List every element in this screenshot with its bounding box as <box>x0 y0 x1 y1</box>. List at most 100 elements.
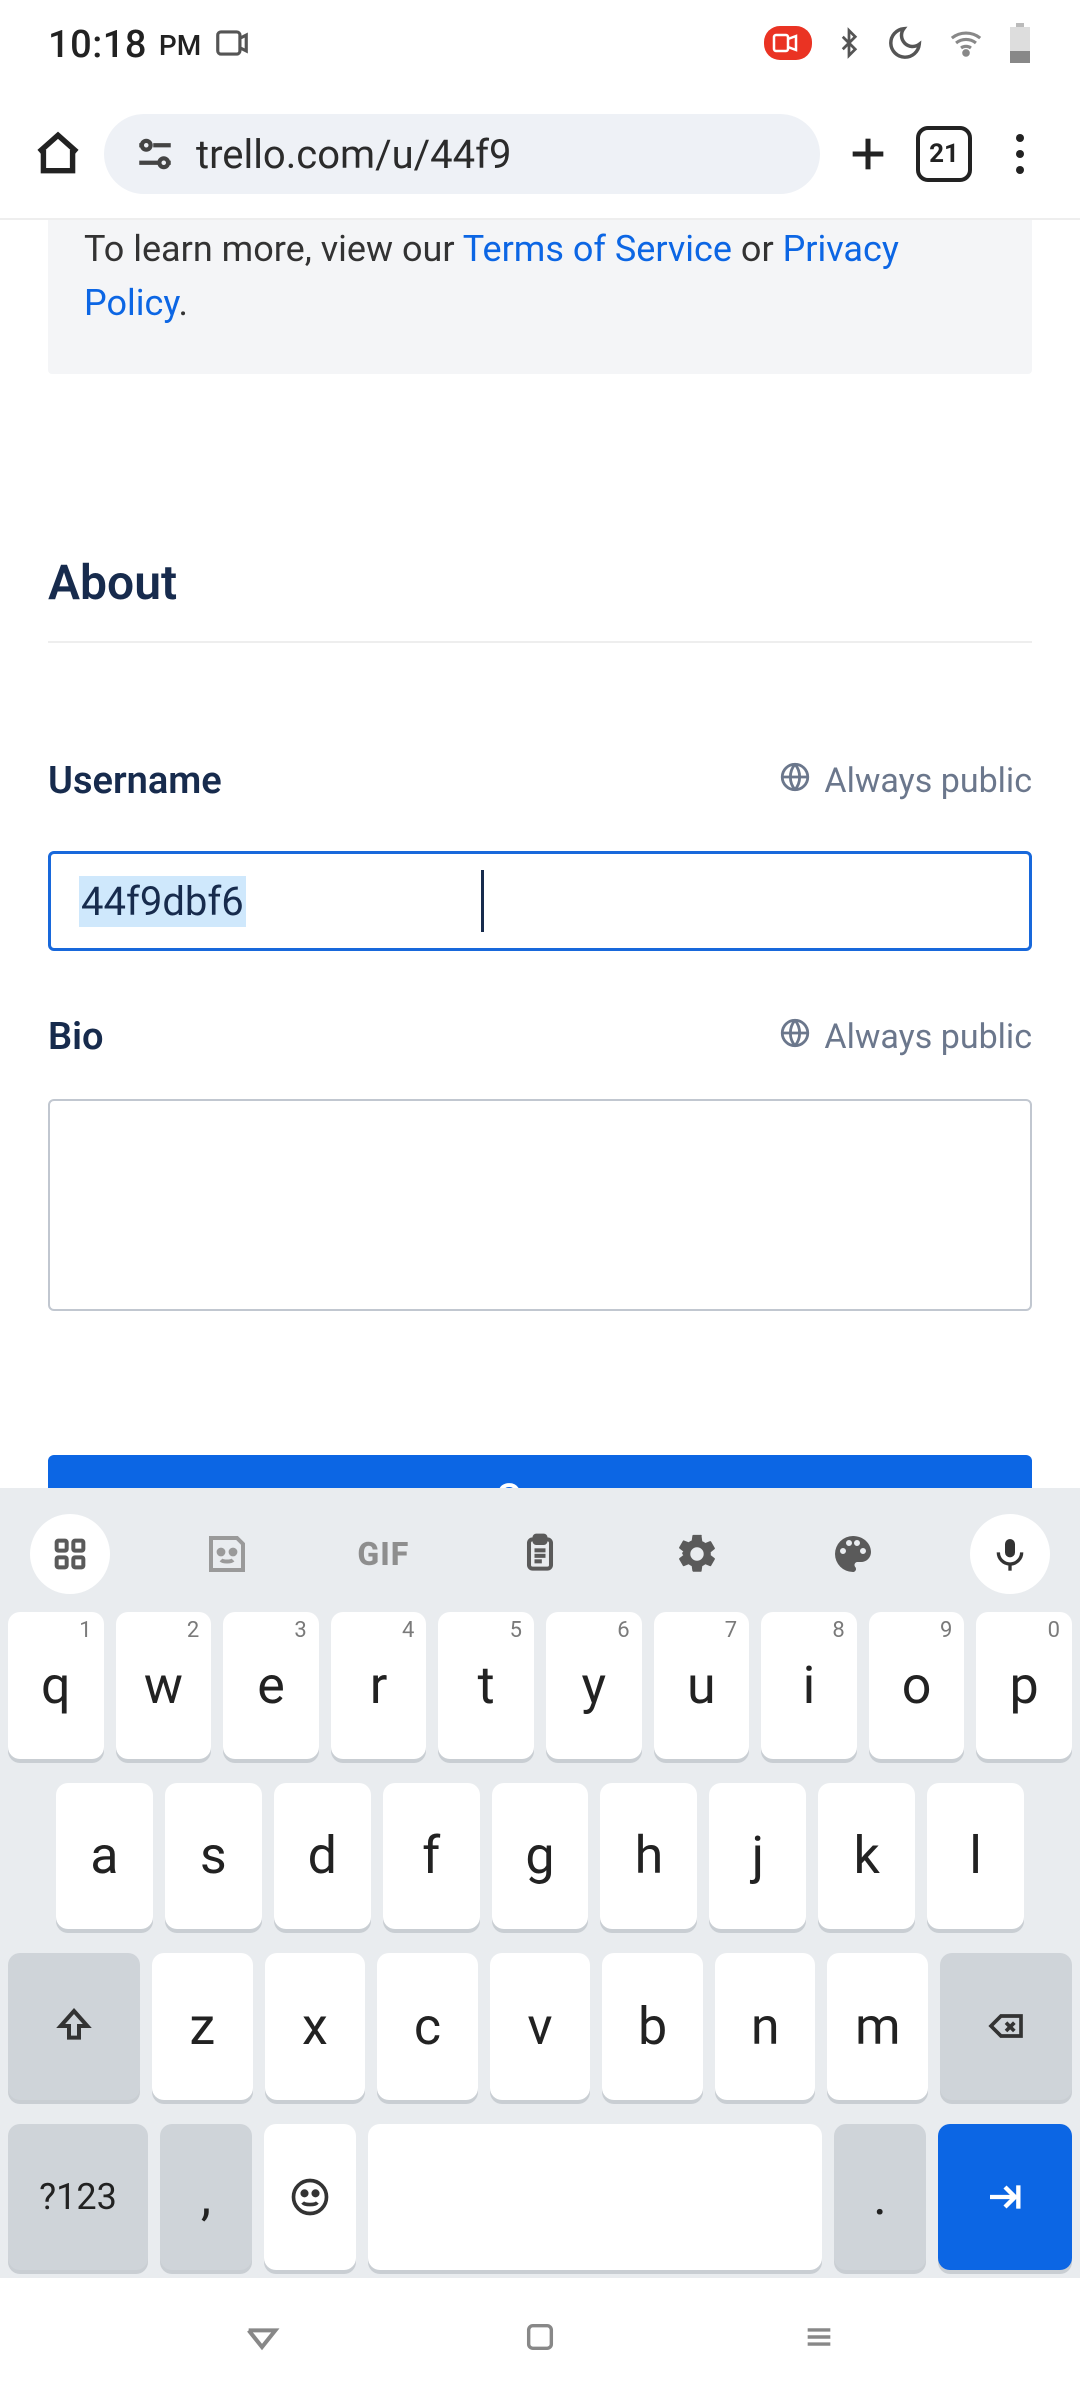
keyboard-mic-button[interactable] <box>970 1514 1050 1594</box>
statusbar-right <box>764 23 1032 67</box>
key-r[interactable]: 4r <box>331 1612 427 1759</box>
username-field-row: Username Always public <box>48 759 1032 803</box>
key-j[interactable]: j <box>709 1783 806 1930</box>
url-bar[interactable]: trello.com/u/44f9 <box>104 114 820 194</box>
key-v[interactable]: v <box>490 1953 591 2100</box>
space-key[interactable] <box>368 2124 822 2271</box>
key-label: j <box>752 1825 764 1886</box>
bio-visibility-text: Always public <box>824 1017 1032 1057</box>
key-hint: 8 <box>832 1618 844 1643</box>
about-section: About Username Always public 44f9dbf6 Bi… <box>0 554 1080 1315</box>
key-label: s <box>200 1825 227 1886</box>
keyboard-apps-button[interactable] <box>30 1514 110 1594</box>
site-settings-icon[interactable] <box>134 133 176 175</box>
key-k[interactable]: k <box>818 1783 915 1930</box>
key-o[interactable]: 9o <box>869 1612 965 1759</box>
browser-home-button[interactable] <box>30 126 86 182</box>
username-label: Username <box>48 759 222 803</box>
terms-of-service-link[interactable]: Terms of Service <box>463 228 732 270</box>
notice-period: . <box>179 282 189 324</box>
next-key[interactable] <box>938 2124 1072 2271</box>
key-label: y <box>581 1655 606 1716</box>
key-label: w <box>144 1655 183 1716</box>
tab-count-button[interactable]: 21 <box>916 126 972 182</box>
key-q[interactable]: 1q <box>8 1612 104 1759</box>
key-hint: 2 <box>187 1618 199 1643</box>
text-cursor-icon <box>481 870 484 932</box>
nav-recents-button[interactable] <box>799 2320 839 2358</box>
key-l[interactable]: l <box>927 1783 1024 1930</box>
key-t[interactable]: 5t <box>438 1612 534 1759</box>
username-value: 44f9dbf6 <box>79 876 246 927</box>
key-i[interactable]: 8i <box>761 1612 857 1759</box>
shift-key[interactable] <box>8 1953 140 2100</box>
dnd-moon-icon <box>886 24 924 66</box>
key-b[interactable]: b <box>602 1953 703 2100</box>
key-w[interactable]: 2w <box>116 1612 212 1759</box>
soft-keyboard: GIF 1q2w3e4r5t6y7u8i9o0p asdfghjkl zxcvb… <box>0 1488 1080 2278</box>
keyboard-theme-button[interactable] <box>813 1514 893 1594</box>
comma-key-label: , <box>201 2166 211 2227</box>
username-visibility: Always public <box>778 760 1032 803</box>
statusbar-time: 10:18 <box>48 23 147 67</box>
key-label: x <box>302 1996 328 2057</box>
globe-icon <box>778 760 812 803</box>
key-p[interactable]: 0p <box>976 1612 1072 1759</box>
bio-field-row: Bio Always public <box>48 1015 1032 1059</box>
key-n[interactable]: n <box>715 1953 816 2100</box>
key-a[interactable]: a <box>56 1783 153 1930</box>
key-y[interactable]: 6y <box>546 1612 642 1759</box>
key-label: p <box>1010 1655 1039 1716</box>
keyboard-clipboard-button[interactable] <box>500 1514 580 1594</box>
statusbar: 10:18 PM <box>0 0 1080 90</box>
period-key-label: . <box>873 2166 887 2227</box>
key-hint: 0 <box>1048 1618 1060 1643</box>
bio-textarea[interactable] <box>48 1099 1032 1311</box>
symbols-key-label: ?123 <box>39 2176 117 2218</box>
keyboard-settings-button[interactable] <box>657 1514 737 1594</box>
key-hint: 4 <box>402 1618 414 1643</box>
period-key[interactable]: . <box>834 2124 926 2271</box>
key-label: r <box>370 1655 388 1716</box>
about-heading: About <box>48 554 1032 643</box>
key-z[interactable]: z <box>152 1953 253 2100</box>
bio-label: Bio <box>48 1015 104 1059</box>
key-h[interactable]: h <box>600 1783 697 1930</box>
nav-home-button[interactable] <box>523 2320 557 2358</box>
bio-visibility: Always public <box>778 1016 1032 1059</box>
key-hint: 5 <box>510 1618 522 1643</box>
backspace-key[interactable] <box>940 1953 1072 2100</box>
key-x[interactable]: x <box>265 1953 366 2100</box>
username-input[interactable]: 44f9dbf6 <box>48 851 1032 951</box>
keyboard-gif-button[interactable]: GIF <box>343 1514 423 1594</box>
symbols-key[interactable]: ?123 <box>8 2124 148 2271</box>
key-label: v <box>527 1996 552 2057</box>
browser-toolbar: trello.com/u/44f9 21 <box>0 90 1080 220</box>
key-label: l <box>969 1825 982 1886</box>
key-u[interactable]: 7u <box>654 1612 750 1759</box>
emoji-key[interactable] <box>264 2124 356 2271</box>
nav-back-button[interactable] <box>242 2317 282 2361</box>
webpage-viewport[interactable]: To learn more, view our Terms of Service… <box>0 220 1080 2400</box>
url-text: trello.com/u/44f9 <box>196 131 512 178</box>
key-label: f <box>422 1825 440 1886</box>
key-label: h <box>635 1825 664 1886</box>
username-visibility-text: Always public <box>824 761 1032 801</box>
key-hint: 3 <box>294 1618 306 1643</box>
key-label: m <box>855 1996 901 2057</box>
new-tab-button[interactable] <box>838 124 898 184</box>
key-c[interactable]: c <box>377 1953 478 2100</box>
globe-icon <box>778 1016 812 1059</box>
key-e[interactable]: 3e <box>223 1612 319 1759</box>
key-g[interactable]: g <box>492 1783 589 1930</box>
browser-menu-button[interactable] <box>990 124 1050 184</box>
keyboard-sticker-button[interactable] <box>187 1514 267 1594</box>
key-m[interactable]: m <box>827 1953 928 2100</box>
key-d[interactable]: d <box>274 1783 371 1930</box>
key-label: g <box>525 1825 554 1886</box>
key-s[interactable]: s <box>165 1783 262 1930</box>
key-hint: 6 <box>617 1618 629 1643</box>
comma-key[interactable]: , <box>160 2124 252 2271</box>
key-f[interactable]: f <box>383 1783 480 1930</box>
bluetooth-icon <box>834 23 864 67</box>
